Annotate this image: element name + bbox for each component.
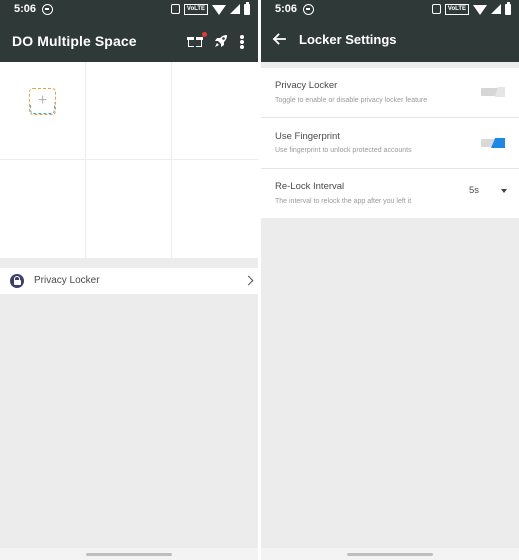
dropdown-caret-icon[interactable] [501, 189, 507, 193]
setting-relock-interval[interactable]: Re-Lock Interval The interval to relock … [261, 169, 519, 218]
volte-badge: VoLTE [183, 3, 208, 15]
status-bar: 5:06 VoLTE [0, 0, 258, 20]
setting-subtitle: Use fingerprint to unlock protected acco… [275, 147, 412, 154]
privacy-locker-label: Privacy Locker [34, 275, 100, 286]
status-icons: VoLTE [170, 1, 250, 15]
setting-privacy-locker[interactable]: Privacy Locker Toggle to enable or disab… [261, 68, 519, 118]
notification-dot [202, 32, 207, 37]
chevron-right-icon [243, 275, 254, 286]
fingerprint-toggle[interactable] [481, 139, 505, 147]
nfc-icon [431, 4, 441, 14]
app-title: DO Multiple Space [12, 33, 137, 49]
dnd-icon [42, 4, 53, 15]
nfc-icon [170, 4, 180, 14]
grid-cell [86, 62, 172, 160]
wifi-icon [212, 5, 226, 15]
home-gesture-pill[interactable] [347, 553, 433, 556]
rocket-icon[interactable] [213, 33, 229, 49]
setting-title: Re-Lock Interval [275, 181, 345, 192]
status-bar: 5:06 VoLTE [261, 0, 519, 20]
setting-title: Use Fingerprint [275, 131, 340, 142]
settings-list: Privacy Locker Toggle to enable or disab… [261, 68, 519, 218]
app-bar: DO Multiple Space [0, 20, 258, 62]
app-grid: + [0, 62, 258, 258]
setting-subtitle: The interval to relock the app after you… [275, 198, 412, 205]
gift-icon[interactable] [187, 32, 207, 47]
grid-cell [0, 160, 86, 258]
plus-icon: + [37, 92, 48, 109]
home-gesture-pill[interactable] [86, 553, 172, 556]
volte-badge: VoLTE [444, 3, 469, 15]
grid-cell[interactable]: + [0, 62, 86, 160]
add-app-button[interactable]: + [29, 88, 56, 115]
setting-title: Privacy Locker [275, 80, 338, 91]
more-vert-icon[interactable] [240, 35, 244, 49]
grid-cell [172, 62, 258, 160]
signal-icon [230, 4, 240, 14]
lock-icon [10, 274, 24, 288]
privacy-locker-toggle[interactable] [481, 88, 505, 96]
setting-use-fingerprint[interactable]: Use Fingerprint Use fingerprint to unloc… [261, 118, 519, 169]
locker-settings-screen: 5:06 VoLTE Locker Settings Privacy Locke… [261, 0, 519, 560]
page-title: Locker Settings [299, 32, 397, 47]
back-arrow-icon[interactable] [271, 31, 287, 47]
setting-subtitle: Toggle to enable or disable privacy lock… [275, 97, 428, 104]
grid-cell [172, 160, 258, 258]
signal-icon [491, 4, 501, 14]
wifi-icon [473, 5, 487, 15]
status-time: 5:06 [275, 3, 298, 15]
dnd-icon [303, 4, 314, 15]
multiple-space-screen: 5:06 VoLTE DO Multiple Space + Privacy L… [0, 0, 258, 560]
privacy-locker-row[interactable]: Privacy Locker [0, 268, 258, 294]
app-bar: Locker Settings [261, 20, 519, 62]
interval-select-value[interactable]: 5s [469, 185, 479, 196]
status-icons: VoLTE [431, 1, 511, 15]
status-time: 5:06 [14, 3, 37, 15]
grid-cell [86, 160, 172, 258]
battery-icon [244, 1, 250, 15]
battery-icon [505, 1, 511, 15]
